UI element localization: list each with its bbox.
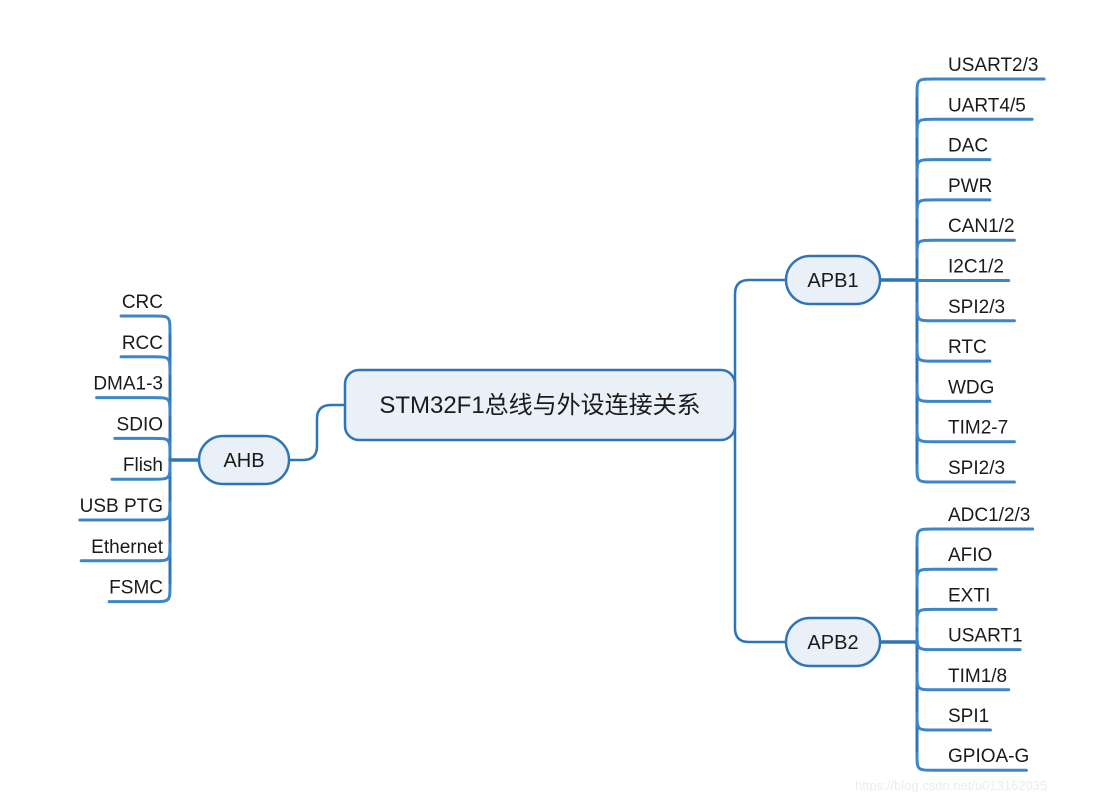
leaf-connector <box>95 396 172 417</box>
leaf-label: TIM2-7 <box>948 418 1008 439</box>
leaf-label: FSMC <box>109 578 163 599</box>
leaf-node-ahb-4[interactable]: Flish <box>110 455 172 481</box>
hub-node-apb1[interactable]: APB1 <box>784 254 882 306</box>
leaf-node-apb1-3[interactable]: PWR <box>915 176 992 219</box>
leaf-node-apb1-5[interactable]: I2C1/2 <box>915 257 1011 282</box>
leaf-connector <box>915 198 992 219</box>
hub-node-apb2-label: APB2 <box>807 632 858 654</box>
leaf-label: SPI2/3 <box>948 458 1005 479</box>
leaf-label: SDIO <box>117 414 163 435</box>
hub-node-ahb-label: AHB <box>223 450 264 472</box>
leaf-label: CAN1/2 <box>948 216 1015 237</box>
leaf-connector <box>915 567 998 588</box>
leaf-label: AFIO <box>948 545 992 566</box>
leaf-label: WDG <box>948 377 994 398</box>
leaf-connector <box>915 77 1046 98</box>
center-node-label: STM32F1总线与外设连接关系 <box>379 392 700 419</box>
leaf-connector <box>915 607 998 628</box>
leaf-node-ahb-6[interactable]: Ethernet <box>79 537 172 563</box>
leaf-label: Flish <box>123 455 163 476</box>
leaf-label: USART2/3 <box>948 55 1038 76</box>
leaf-label: UART4/5 <box>948 95 1026 116</box>
leaf-node-apb1-2[interactable]: DAC <box>915 136 992 179</box>
leaf-node-ahb-0[interactable]: CRC <box>119 292 172 335</box>
leaf-label: TIM1/8 <box>948 666 1007 687</box>
leaf-label: SPI1 <box>948 706 989 727</box>
leaf-node-apb1-6[interactable]: SPI2/3 <box>915 297 1016 323</box>
hub-node-ahb[interactable]: AHB <box>197 434 291 486</box>
leaf-node-ahb-7[interactable]: FSMC <box>107 578 172 604</box>
leaf-label: DAC <box>948 136 988 157</box>
leaf-label: RCC <box>122 333 163 354</box>
leaf-connector <box>119 355 172 376</box>
leaf-node-apb2-0[interactable]: ADC1/2/3 <box>915 505 1035 548</box>
leaf-node-apb1-4[interactable]: CAN1/2 <box>915 216 1016 259</box>
leaf-label: EXTI <box>948 585 990 606</box>
hub-node-apb2[interactable]: APB2 <box>784 616 882 668</box>
leaf-label: CRC <box>122 292 163 313</box>
leaf-connector <box>915 527 1035 548</box>
leaf-node-apb1-8[interactable]: WDG <box>915 377 994 403</box>
watermark: https://blog.csdn.net/u013162035 <box>855 778 1047 793</box>
leaf-connector <box>915 158 992 179</box>
leaf-node-ahb-5[interactable]: USB PTG <box>78 496 172 522</box>
leaf-node-apb1-9[interactable]: TIM2-7 <box>915 418 1016 444</box>
leaf-label: I2C1/2 <box>948 257 1004 278</box>
leaf-label: DMA1-3 <box>93 374 163 395</box>
leaf-label: USB PTG <box>80 496 163 517</box>
leaf-node-apb2-2[interactable]: EXTI <box>915 585 998 628</box>
center-node[interactable]: STM32F1总线与外设连接关系 <box>343 368 737 442</box>
leaf-connector <box>915 238 1016 259</box>
leaf-node-apb2-4[interactable]: TIM1/8 <box>915 666 1011 692</box>
leaf-label: PWR <box>948 176 992 197</box>
leaf-node-ahb-2[interactable]: DMA1-3 <box>93 374 172 417</box>
leaf-node-apb1-0[interactable]: USART2/3 <box>915 55 1046 98</box>
leaf-label: ADC1/2/3 <box>948 505 1030 526</box>
leaf-connector <box>915 117 1034 138</box>
leaf-connector <box>119 314 172 335</box>
leaf-node-apb2-6[interactable]: GPIOA-G <box>915 746 1029 772</box>
leaf-node-ahb-1[interactable]: RCC <box>119 333 172 376</box>
leaf-node-apb1-10[interactable]: SPI2/3 <box>915 458 1016 484</box>
hub-node-apb1-label: APB1 <box>807 270 858 292</box>
leaf-label: RTC <box>948 337 987 358</box>
leaf-connector <box>113 436 172 457</box>
leaf-node-apb1-7[interactable]: RTC <box>915 337 992 363</box>
leaf-label: GPIOA-G <box>948 746 1029 767</box>
leaf-label: SPI2/3 <box>948 297 1005 318</box>
leaf-node-apb2-1[interactable]: AFIO <box>915 545 998 588</box>
leaf-label: Ethernet <box>91 537 164 558</box>
leaf-label: USART1 <box>948 626 1023 647</box>
leaf-node-apb2-5[interactable]: SPI1 <box>915 706 992 732</box>
leaf-node-apb2-3[interactable]: USART1 <box>915 626 1023 652</box>
leaf-node-ahb-3[interactable]: SDIO <box>113 414 172 457</box>
leaf-node-apb1-1[interactable]: UART4/5 <box>915 95 1034 138</box>
mind-map-canvas: STM32F1总线与外设连接关系 AHB APB1 APB2 CRC RCC DMA… <box>78 55 1047 793</box>
